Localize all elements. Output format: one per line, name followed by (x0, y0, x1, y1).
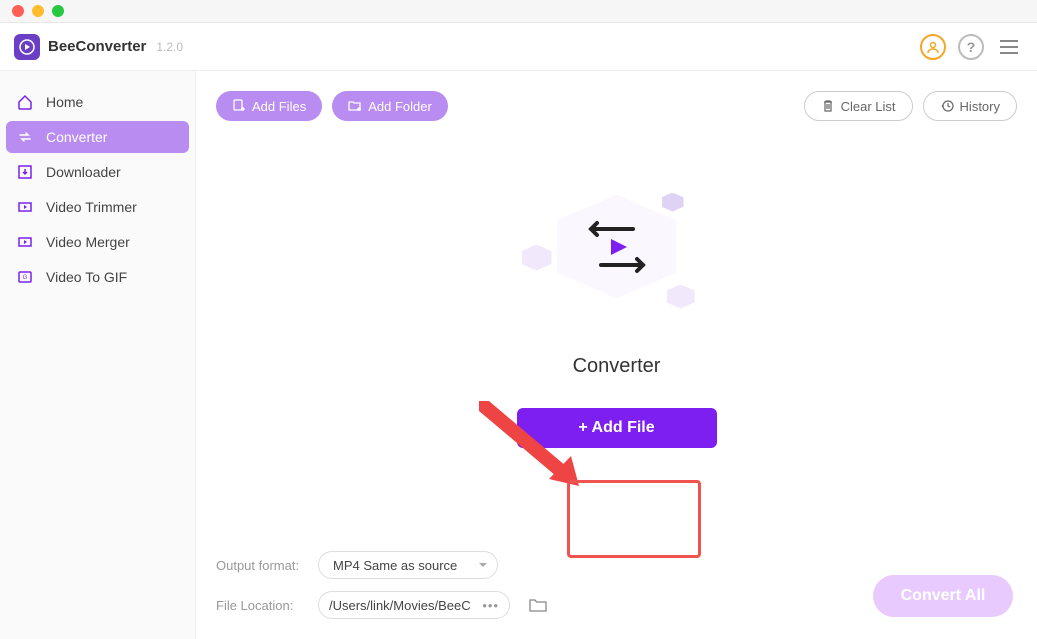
sidebar-item-label: Home (46, 94, 83, 110)
sidebar-item-downloader[interactable]: Downloader (6, 156, 189, 188)
file-location-label: File Location: (216, 598, 304, 613)
header: BeeConverter 1.2.0 ? (0, 23, 1037, 71)
browse-path-button[interactable]: ••• (482, 598, 499, 613)
hex-decoration-icon (662, 193, 684, 212)
trash-icon (821, 99, 835, 113)
hex-main-icon (557, 195, 677, 299)
hero-graphic (517, 185, 717, 335)
empty-state-heading: Converter (573, 355, 661, 378)
folder-plus-icon (348, 99, 362, 113)
gif-icon: G (16, 268, 34, 286)
sidebar: Home Converter Downloader Video Trimmer … (0, 71, 196, 639)
hex-decoration-icon (522, 245, 552, 271)
hex-decoration-icon (667, 285, 695, 309)
file-location-path: /Users/link/Movies/BeeC (329, 598, 474, 613)
hamburger-icon (1000, 40, 1018, 54)
convert-all-button[interactable]: Convert All (873, 575, 1013, 617)
app-version: 1.2.0 (156, 40, 183, 54)
sidebar-item-label: Video Trimmer (46, 199, 137, 215)
maximize-window-button[interactable] (52, 5, 64, 17)
downloader-icon (16, 163, 34, 181)
button-label: Add Files (252, 99, 306, 114)
sidebar-item-trimmer[interactable]: Video Trimmer (6, 191, 189, 223)
sidebar-item-label: Video To GIF (46, 269, 127, 285)
sidebar-item-home[interactable]: Home (6, 86, 189, 118)
user-icon (920, 34, 946, 60)
close-window-button[interactable] (12, 5, 24, 17)
sidebar-item-merger[interactable]: Video Merger (6, 226, 189, 258)
history-button[interactable]: History (923, 91, 1017, 121)
output-format-select[interactable]: MP4 Same as source (318, 551, 498, 579)
help-button[interactable]: ? (957, 33, 985, 61)
svg-text:G: G (23, 275, 28, 281)
file-plus-icon (232, 99, 246, 113)
converter-icon (16, 128, 34, 146)
app-logo-icon (14, 34, 40, 60)
help-icon: ? (958, 34, 984, 60)
bottom-bar: Output format: MP4 Same as source File L… (196, 551, 1037, 639)
add-folder-button[interactable]: Add Folder (332, 91, 448, 121)
trimmer-icon (16, 198, 34, 216)
add-files-button[interactable]: Add Files (216, 91, 322, 121)
empty-state: Converter + Add File (196, 121, 1037, 551)
select-value: MP4 Same as source (333, 558, 457, 573)
merger-icon (16, 233, 34, 251)
folder-icon (529, 597, 547, 613)
sidebar-item-label: Downloader (46, 164, 121, 180)
annotation-highlight-box (567, 480, 701, 558)
button-label: Clear List (841, 99, 896, 114)
menu-button[interactable] (995, 33, 1023, 61)
toolbar: Add Files Add Folder Clear List History (196, 71, 1037, 121)
sidebar-item-gif[interactable]: G Video To GIF (6, 261, 189, 293)
history-icon (940, 99, 954, 113)
sidebar-item-label: Video Merger (46, 234, 130, 250)
open-folder-button[interactable] (524, 591, 552, 619)
clear-list-button[interactable]: Clear List (804, 91, 913, 121)
home-icon (16, 93, 34, 111)
output-format-label: Output format: (216, 558, 304, 573)
titlebar (0, 0, 1037, 23)
app-name: BeeConverter (48, 38, 146, 55)
sidebar-item-label: Converter (46, 129, 107, 145)
sidebar-item-converter[interactable]: Converter (6, 121, 189, 153)
content-area: Add Files Add Folder Clear List History (196, 71, 1037, 639)
file-location-box: /Users/link/Movies/BeeC ••• (318, 591, 510, 619)
minimize-window-button[interactable] (32, 5, 44, 17)
button-label: Add Folder (368, 99, 432, 114)
user-account-button[interactable] (919, 33, 947, 61)
button-label: History (960, 99, 1000, 114)
add-file-button[interactable]: + Add File (517, 408, 717, 448)
